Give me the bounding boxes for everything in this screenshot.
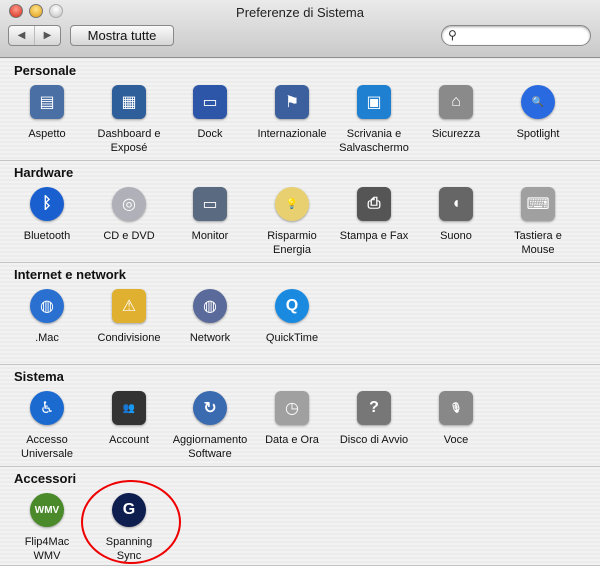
pref-pane-label: Bluetooth <box>23 230 71 242</box>
pref-pane-dotmac-globe[interactable]: ◍ .Mac <box>6 285 88 345</box>
pref-pane-label: Internazionale <box>257 128 327 140</box>
pref-pane-spanning-sync[interactable]: G Spanning Sync <box>88 489 170 563</box>
energy-saver-bulb-icon: 💡 <box>275 187 309 221</box>
pref-pane-keyboard-mouse[interactable]: ⌨ Tastiera e Mouse <box>497 183 579 257</box>
window-titlebar: Preferenze di Sistema ◀ ▶ Mostra tutte ⚲ <box>0 0 600 58</box>
pref-pane-label: Risparmio Energia <box>267 230 317 256</box>
pref-pane-label: Sicurezza <box>431 128 481 140</box>
printer-icon: ⎙ <box>357 187 391 221</box>
pref-pane-label: CD e DVD <box>103 230 155 242</box>
dock-icon: ▭ <box>193 85 227 119</box>
section-title: Sistema <box>14 369 64 384</box>
pref-pane-quicktime[interactable]: Q QuickTime <box>251 285 333 345</box>
pref-pane-label: Aggiornamento Software <box>172 434 248 460</box>
pref-pane-label: Spotlight <box>516 128 560 140</box>
section-personale: Personale ▤ Aspetto ▦ Dashboard e Exposé ▭ Doc… <box>0 59 600 161</box>
pref-pane-label: Accesso Universale <box>21 434 73 460</box>
pref-pane-date-time-clock[interactable]: ◷ Data e Ora <box>251 387 333 447</box>
pref-pane-cd-dvd[interactable]: ◎ CD e DVD <box>88 183 170 243</box>
section-internet-e-network: Internet e network ◍ .Mac ⚠ Condivisione ◍ Net… <box>0 263 600 365</box>
pref-pane-label: Network <box>189 332 231 344</box>
section-sistema: Sistema ♿ Accesso Universale 👥 Account ↻ Aggio… <box>0 365 600 467</box>
search-icon: ⚲ <box>448 28 457 42</box>
pref-pane-label: Voce <box>443 434 469 446</box>
network-globe-icon: ◍ <box>193 289 227 323</box>
speaker-icon: ◖ <box>439 187 473 221</box>
pref-pane-label: Suono <box>440 230 472 242</box>
pref-pane-label: Dock <box>197 128 223 140</box>
quicktime-icon: Q <box>275 289 309 323</box>
back-forward-buttons: ◀ ▶ <box>8 25 61 46</box>
universal-access-icon: ♿ <box>30 391 64 425</box>
pref-pane-monitor[interactable]: ▭ Monitor <box>169 183 251 243</box>
search-input[interactable] <box>464 28 584 42</box>
pref-pane-speech-microphone[interactable]: 🎙 Voce <box>415 387 497 447</box>
bluetooth-icon: ᛒ <box>30 187 64 221</box>
pref-pane-desktop-screensaver[interactable]: ▣ Scrivania e Salvaschermo <box>333 81 415 155</box>
desktop-screensaver-icon: ▣ <box>357 85 391 119</box>
forward-button[interactable]: ▶ <box>35 26 60 45</box>
date-time-clock-icon: ◷ <box>275 391 309 425</box>
pref-pane-speaker[interactable]: ◖ Suono <box>415 183 497 243</box>
pref-pane-security-house[interactable]: ⌂ Sicurezza <box>415 81 497 141</box>
pref-pane-label: Tastiera e Mouse <box>514 230 562 256</box>
dashboard-expose-icon: ▦ <box>112 85 146 119</box>
pref-pane-energy-saver-bulb[interactable]: 💡 Risparmio Energia <box>251 183 333 257</box>
show-all-button[interactable]: Mostra tutte <box>70 25 174 46</box>
dotmac-globe-icon: ◍ <box>30 289 64 323</box>
pref-pane-label: Disco di Avvio <box>339 434 409 446</box>
pref-pane-software-update[interactable]: ↻ Aggiornamento Software <box>169 387 251 461</box>
pref-pane-bluetooth[interactable]: ᛒ Bluetooth <box>6 183 88 243</box>
pref-pane-spotlight[interactable]: 🔍 Spotlight <box>497 81 579 141</box>
pref-pane-label: Monitor <box>191 230 229 242</box>
back-button[interactable]: ◀ <box>9 26 35 45</box>
pref-pane-appearance[interactable]: ▤ Aspetto <box>6 81 88 141</box>
pref-pane-label: Condivisione <box>97 332 161 344</box>
section-title: Internet e network <box>14 267 126 282</box>
pref-pane-label: Aspetto <box>28 128 66 140</box>
flip4mac-wmv-icon: WMV <box>30 493 64 527</box>
pref-pane-network-globe[interactable]: ◍ Network <box>169 285 251 345</box>
monitor-icon: ▭ <box>193 187 227 221</box>
pref-pane-accounts-users[interactable]: 👥 Account <box>88 387 170 447</box>
startup-disk-icon: ? <box>357 391 391 425</box>
accounts-users-icon: 👥 <box>112 391 146 425</box>
international-flag-icon: ⚑ <box>275 85 309 119</box>
section-title: Personale <box>14 63 77 78</box>
pref-pane-dashboard-expose[interactable]: ▦ Dashboard e Exposé <box>88 81 170 155</box>
appearance-icon: ▤ <box>30 85 64 119</box>
pref-pane-label: Data e Ora <box>265 434 319 446</box>
pref-pane-label: .Mac <box>35 332 59 344</box>
pref-pane-sharing-folder[interactable]: ⚠ Condivisione <box>88 285 170 345</box>
pref-pane-flip4mac-wmv[interactable]: WMV Flip4Mac WMV <box>6 489 88 563</box>
spotlight-icon: 🔍 <box>521 85 555 119</box>
pref-pane-label: Dashboard e Exposé <box>97 128 161 154</box>
spanning-sync-icon: G <box>112 493 146 527</box>
pref-pane-label: Spanning Sync <box>105 536 153 562</box>
pref-pane-dock[interactable]: ▭ Dock <box>169 81 251 141</box>
section-hardware: Hardware ᛒ Bluetooth ◎ CD e DVD ▭ Monitor 💡 Risp… <box>0 161 600 263</box>
pref-pane-label: Stampa e Fax <box>339 230 409 242</box>
section-title: Accessori <box>14 471 77 486</box>
pref-pane-startup-disk[interactable]: ? Disco di Avvio <box>333 387 415 447</box>
section-title: Hardware <box>14 165 74 180</box>
software-update-icon: ↻ <box>193 391 227 425</box>
window-title: Preferenze di Sistema <box>236 5 364 20</box>
pref-pane-international-flag[interactable]: ⚑ Internazionale <box>251 81 333 141</box>
keyboard-mouse-icon: ⌨ <box>521 187 555 221</box>
pref-pane-label: Flip4Mac WMV <box>24 536 70 562</box>
pref-pane-label: Scrivania e Salvaschermo <box>339 128 409 154</box>
search-field[interactable]: ⚲ <box>441 25 591 46</box>
cd-dvd-icon: ◎ <box>112 187 146 221</box>
pref-pane-printer[interactable]: ⎙ Stampa e Fax <box>333 183 415 243</box>
section-accessori: Accessori WMV Flip4Mac WMV G Spanning Sync <box>0 467 600 566</box>
sharing-folder-icon: ⚠ <box>112 289 146 323</box>
pref-pane-label: Account <box>109 434 149 446</box>
pref-pane-universal-access[interactable]: ♿ Accesso Universale <box>6 387 88 461</box>
pref-pane-label: QuickTime <box>265 332 319 344</box>
security-house-icon: ⌂ <box>439 85 473 119</box>
speech-microphone-icon: 🎙 <box>439 391 473 425</box>
